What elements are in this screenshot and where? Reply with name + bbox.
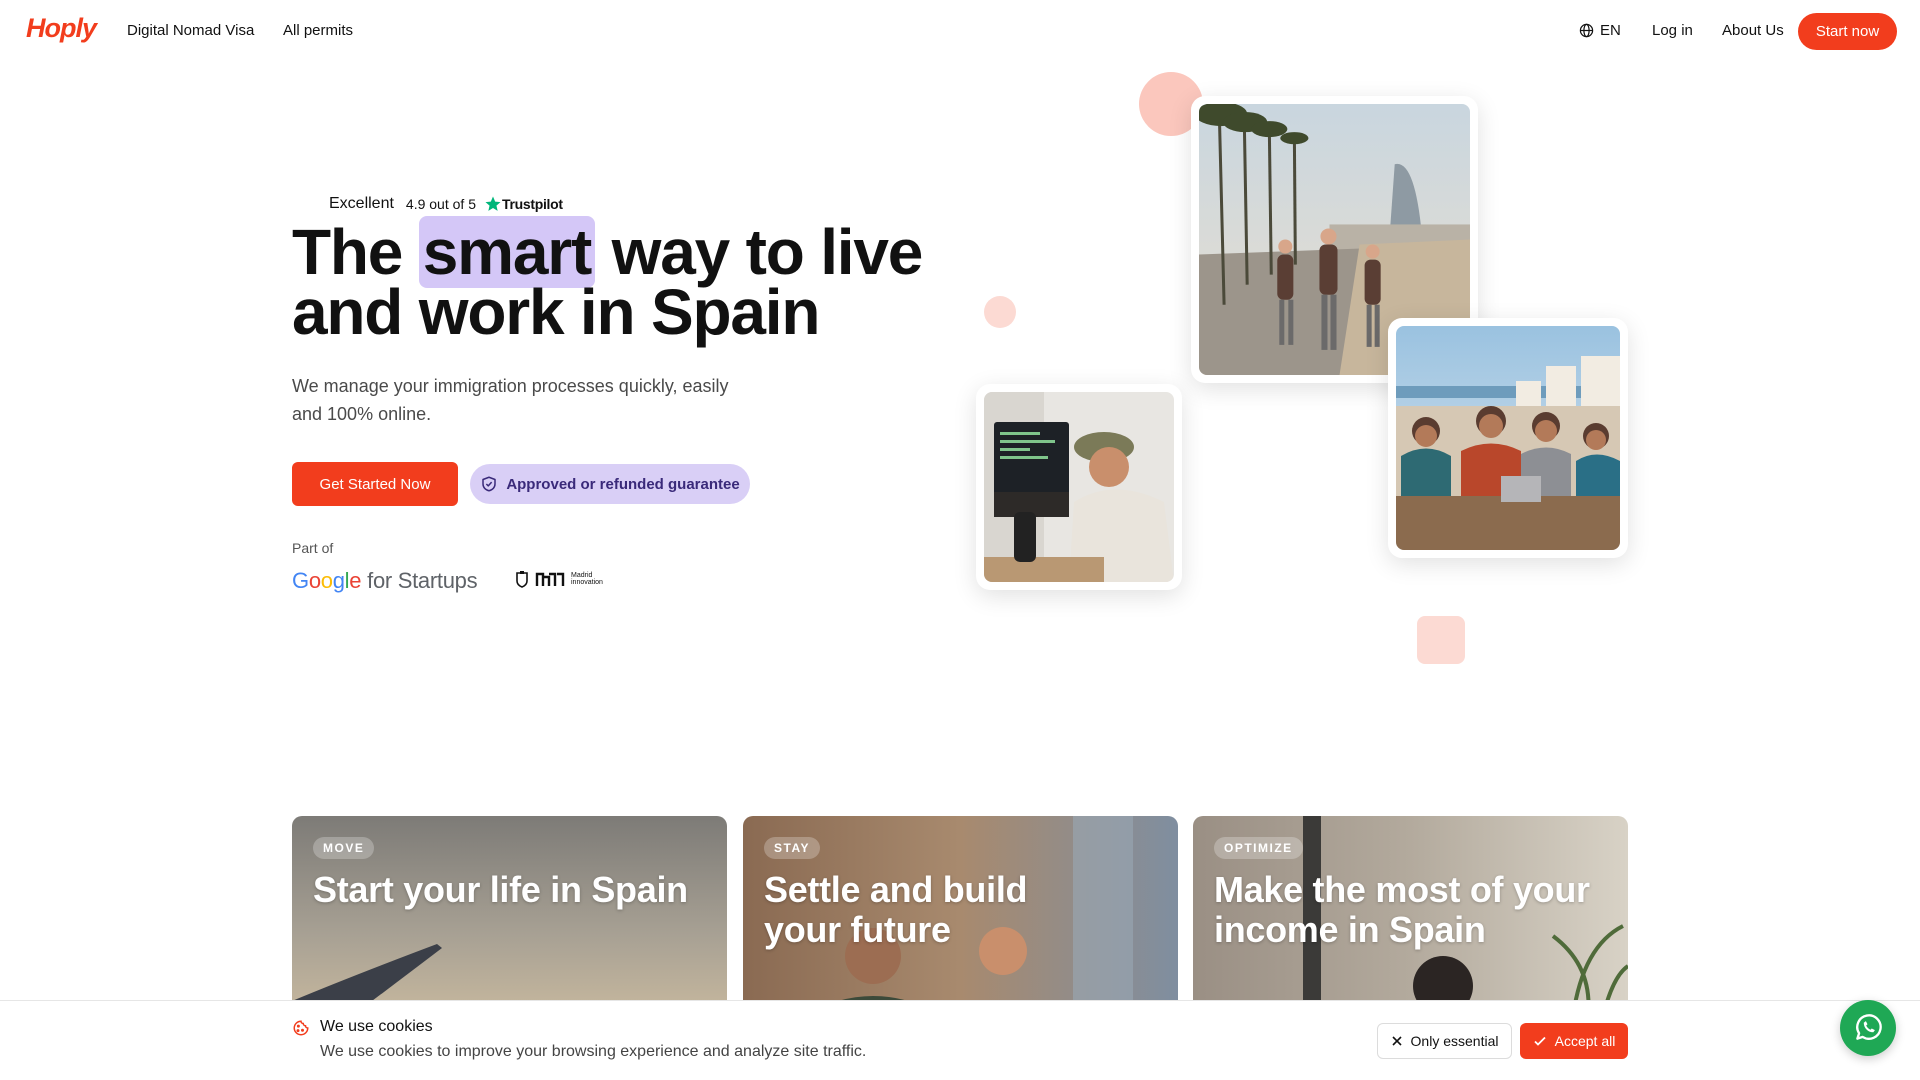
card-stay[interactable]: STAY Settle and build your future [743, 816, 1178, 1016]
part-of-label: Part of [292, 540, 334, 556]
card-move-title: Start your life in Spain [313, 869, 688, 910]
decor-circle-small [984, 296, 1016, 328]
cookie-icon [293, 1020, 309, 1036]
for-startups-text: for Startups [367, 568, 478, 593]
madrid-crest-icon [516, 571, 528, 588]
language-switcher[interactable]: EN [1579, 22, 1621, 39]
rating-score: 4.9 out of 5 [405, 196, 476, 212]
madrid-line1: Madrid [571, 572, 593, 579]
cookie-text: We use cookies to improve your browsing … [320, 1043, 867, 1060]
photo-card-man-at-desk [976, 384, 1182, 590]
login-link[interactable]: Log in [1652, 22, 1693, 39]
top-nav: Hoply Digital Nomad Visa All permits EN … [0, 0, 1920, 62]
get-started-button[interactable]: Get Started Now [292, 462, 458, 506]
man-at-desk-image [984, 392, 1174, 582]
hero-title: The smart way to live and work in Spain [292, 216, 992, 344]
google-letter: o [320, 568, 333, 593]
about-us-link[interactable]: About Us [1722, 22, 1784, 39]
logo-text: Hoply [26, 12, 97, 43]
only-essential-button[interactable]: Only essential [1377, 1023, 1512, 1059]
globe-icon [1579, 23, 1594, 38]
trustpilot-logo: Trustpilot [484, 195, 563, 213]
google-letter: o [308, 568, 321, 593]
photo-card-group-meeting [1388, 318, 1628, 558]
trustpilot-label: Trustpilot [501, 196, 563, 212]
whatsapp-icon [1856, 1014, 1882, 1040]
language-label: EN [1600, 22, 1621, 39]
start-now-button[interactable]: Start now [1798, 13, 1897, 50]
trustpilot-star-icon [485, 196, 501, 211]
cookie-title: We use cookies [320, 1018, 433, 1035]
madrid-mark-icon [535, 572, 565, 586]
whatsapp-button[interactable] [1840, 1000, 1896, 1056]
group-meeting-image [1396, 326, 1620, 550]
accept-all-button[interactable]: Accept all [1520, 1023, 1628, 1059]
guarantee-badge[interactable]: Approved or refunded guarantee [470, 464, 750, 504]
only-essential-label: Only essential [1410, 1033, 1499, 1049]
check-icon [1534, 1036, 1546, 1046]
cookie-banner: We use cookies We use cookies to improve… [0, 1000, 1920, 1080]
logo[interactable]: Hoply [26, 12, 97, 44]
card-optimize-tag: OPTIMIZE [1214, 837, 1303, 859]
shield-icon [482, 476, 497, 492]
madrid-text: Madrid innovation [571, 572, 603, 586]
rating-label: Excellent [329, 195, 394, 212]
accept-all-label: Accept all [1554, 1033, 1616, 1049]
card-move-tag: MOVE [313, 837, 375, 859]
close-icon [1391, 1036, 1402, 1046]
nav-link-digital-nomad-visa[interactable]: Digital Nomad Visa [127, 22, 254, 39]
guarantee-label: Approved or refunded guarantee [506, 475, 740, 493]
card-optimize-title: Make the most of your income in Spain [1214, 869, 1590, 950]
google-wordmark: Google [292, 568, 361, 594]
madrid-line2: innovation [571, 579, 603, 586]
card-stay-title: Settle and build your future [764, 869, 1028, 950]
google-letter: e [349, 568, 362, 593]
google-letter: G [292, 568, 309, 593]
madrid-innovation-logo: Madrid innovation [515, 570, 603, 588]
hero-subtitle: We manage your immigration processes qui… [292, 376, 729, 424]
decor-square [1417, 616, 1465, 664]
card-move[interactable]: MOVE Start your life in Spain [292, 816, 727, 1016]
trustpilot-rating[interactable]: Excellent 4.9 out of 5 Trustpilot [329, 195, 563, 213]
google-letter: g [332, 568, 345, 593]
google-for-startups-logo: Google for Startups [292, 568, 478, 594]
card-optimize[interactable]: OPTIMIZE Make the most of your income in… [1193, 816, 1628, 1016]
card-stay-tag: STAY [764, 837, 821, 859]
nav-link-all-permits[interactable]: All permits [283, 22, 353, 39]
